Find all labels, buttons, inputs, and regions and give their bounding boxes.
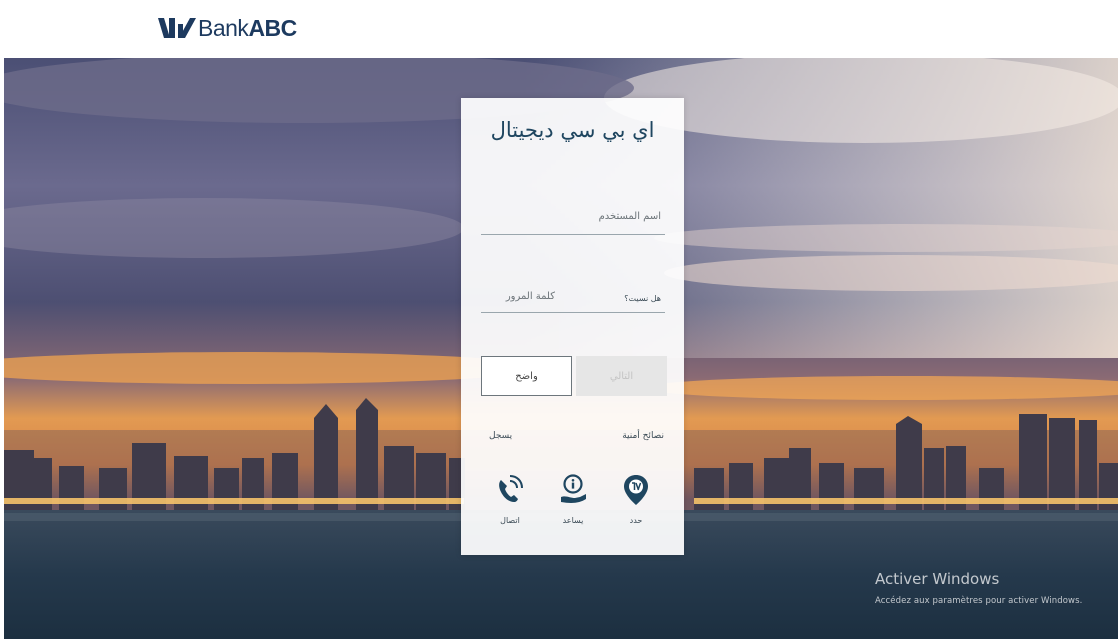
call-label: اتصال	[500, 516, 520, 525]
brand-name: BankABC	[198, 15, 297, 42]
location-pin-icon	[624, 475, 648, 505]
brand-name-light: Bank	[198, 14, 249, 41]
call-link[interactable]: اتصال	[485, 474, 535, 525]
username-input[interactable]	[481, 207, 665, 230]
watermark-subtitle: Accédez aux paramètres pour activer Wind…	[875, 596, 1083, 606]
watermark-title: Activer Windows	[875, 570, 1000, 588]
username-field-wrap	[481, 204, 665, 235]
logo-mark-icon	[158, 18, 196, 38]
help-link[interactable]: يساعد	[548, 474, 598, 525]
forgot-password-link[interactable]: هل نسيت؟	[624, 294, 661, 303]
clear-button[interactable]: واضح	[481, 356, 572, 396]
security-tips-link[interactable]: نصائح أمنية	[622, 431, 664, 441]
login-panel: اي بي سي ديجيتال هل نسيت؟ واضح التالي نص…	[461, 98, 684, 555]
brand-name-bold: ABC	[248, 14, 297, 41]
login-title: اي بي سي ديجيتال	[490, 118, 655, 142]
windows-activation-watermark: Activer Windows Accédez aux paramètres p…	[875, 570, 1082, 606]
help-hand-icon	[561, 474, 586, 503]
password-field-wrap: هل نسيت؟	[481, 284, 665, 313]
header: BankABC	[0, 0, 1118, 58]
phone-call-icon	[499, 475, 523, 502]
locate-label: حدد	[629, 516, 643, 525]
register-link[interactable]: يسجل	[489, 431, 512, 441]
locate-link[interactable]: حدد	[611, 474, 661, 525]
help-label: يساعد	[562, 516, 584, 525]
bank-logo[interactable]: BankABC	[156, 10, 297, 46]
next-button[interactable]: التالي	[576, 356, 667, 396]
